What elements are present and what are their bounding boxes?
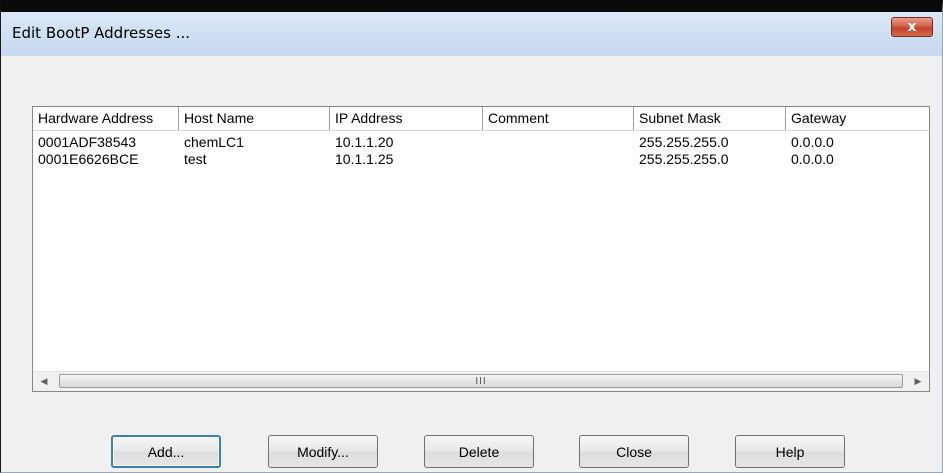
- scrollbar-thumb[interactable]: III: [59, 374, 903, 388]
- bootp-address-list[interactable]: Hardware Address Host Name IP Address Co…: [32, 106, 930, 392]
- list-header: Hardware Address Host Name IP Address Co…: [33, 107, 929, 131]
- cell-gateway: 0.0.0.0: [791, 151, 834, 167]
- column-header-subnet-mask[interactable]: Subnet Mask: [634, 107, 786, 130]
- cell-subnet-mask: 255.255.255.0: [639, 134, 729, 150]
- title-bar[interactable]: Edit BootP Addresses ... x: [1, 12, 942, 56]
- help-button[interactable]: Help: [735, 435, 845, 468]
- cell-ip-address: 10.1.1.20: [335, 134, 394, 150]
- window-title: Edit BootP Addresses ...: [12, 24, 191, 42]
- close-button[interactable]: Close: [579, 435, 689, 468]
- cell-gateway: 0.0.0.0: [791, 134, 834, 150]
- scrollbar-grip-icon: III: [475, 376, 487, 387]
- dialog-body: Hardware Address Host Name IP Address Co…: [1, 56, 942, 472]
- column-header-ip-address[interactable]: IP Address: [330, 107, 483, 130]
- close-icon: x: [907, 19, 917, 35]
- bootp-dialog-window: Edit BootP Addresses ... x Hardware Addr…: [0, 0, 943, 473]
- cell-subnet-mask: 255.255.255.0: [639, 151, 729, 167]
- scroll-left-arrow-icon[interactable]: ◀: [35, 372, 53, 391]
- column-header-gateway[interactable]: Gateway: [786, 107, 929, 130]
- cell-host-name: test: [184, 151, 207, 167]
- cell-hardware-address: 0001ADF38543: [38, 134, 137, 150]
- cell-hardware-address: 0001E6626BCE: [38, 151, 139, 167]
- add-button[interactable]: Add...: [111, 435, 221, 468]
- close-window-button[interactable]: x: [891, 17, 933, 37]
- modify-button[interactable]: Modify...: [268, 435, 378, 468]
- column-header-hardware-address[interactable]: Hardware Address: [33, 107, 179, 130]
- cell-ip-address: 10.1.1.25: [335, 151, 394, 167]
- column-header-host-name[interactable]: Host Name: [179, 107, 330, 130]
- scroll-right-arrow-icon[interactable]: ▶: [909, 372, 927, 391]
- table-row[interactable]: 0001ADF38543 chemLC1 10.1.1.20 255.255.2…: [33, 134, 929, 151]
- cell-host-name: chemLC1: [184, 134, 244, 150]
- column-header-comment[interactable]: Comment: [483, 107, 634, 130]
- horizontal-scrollbar[interactable]: ◀ III ▶: [33, 371, 929, 391]
- delete-button[interactable]: Delete: [424, 435, 534, 468]
- table-row[interactable]: 0001E6626BCE test 10.1.1.25 255.255.255.…: [33, 151, 929, 168]
